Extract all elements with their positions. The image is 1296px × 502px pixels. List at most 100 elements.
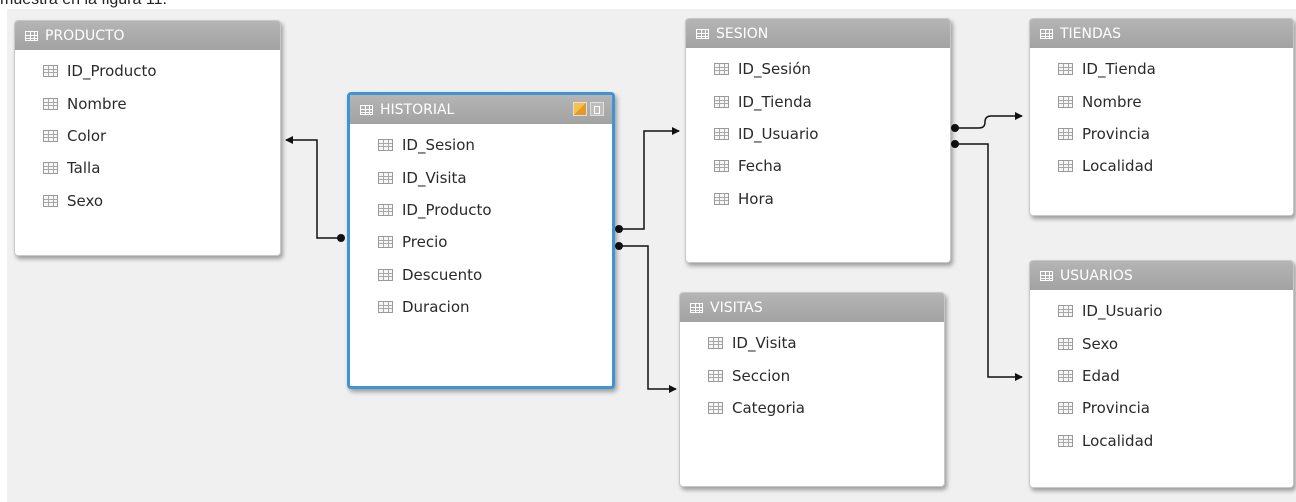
table-icon <box>360 104 373 115</box>
table-header-producto[interactable]: PRODUCTO <box>15 21 280 50</box>
field-row[interactable]: Seccion <box>680 359 944 391</box>
column-icon <box>1058 305 1073 318</box>
field-row[interactable]: ID_Sesion <box>350 129 612 161</box>
field-row[interactable]: Color <box>15 120 280 152</box>
field-row[interactable]: ID_Visita <box>680 327 944 359</box>
table-header-sesion[interactable]: SESION <box>686 19 950 48</box>
table-title: PRODUCTO <box>45 27 125 44</box>
field-row[interactable]: ID_Usuario <box>1030 295 1293 327</box>
column-icon <box>378 171 393 184</box>
field-name: ID_Sesion <box>402 136 475 155</box>
field-name: Categoria <box>732 398 806 417</box>
field-row[interactable]: ID_Tienda <box>1030 53 1293 85</box>
table-title: HISTORIAL <box>380 101 455 118</box>
column-icon <box>1058 95 1073 108</box>
table-header-usuarios[interactable]: USUARIOS <box>1030 261 1293 290</box>
field-name: ID_Usuario <box>1082 302 1163 321</box>
field-name: Sexo <box>67 191 104 210</box>
field-row[interactable]: ID_Usuario <box>686 118 950 150</box>
field-row[interactable]: Fecha <box>686 150 950 182</box>
field-name: Provincia <box>1082 399 1150 418</box>
field-name: ID_Tienda <box>738 92 812 111</box>
field-name: Duracion <box>402 298 470 317</box>
maximize-icon[interactable] <box>590 102 604 116</box>
field-row[interactable]: Provincia <box>1030 118 1293 150</box>
table-icon <box>696 28 709 39</box>
relationship-sesion-tiendas[interactable] <box>951 112 1023 132</box>
table-historial[interactable]: HISTORIAL ID_Sesion ID_Visita ID_Product… <box>347 92 615 389</box>
table-icon <box>690 302 703 313</box>
field-row[interactable]: Hora <box>686 183 950 215</box>
table-icon <box>1040 28 1053 39</box>
column-icon <box>708 337 723 350</box>
column-icon <box>1058 434 1073 447</box>
column-icon <box>378 139 393 152</box>
field-row[interactable]: Nombre <box>15 87 280 119</box>
column-icon <box>714 127 729 140</box>
column-icon <box>708 369 723 382</box>
table-tiendas[interactable]: TIENDAS ID_Tienda Nombre Provincia Local… <box>1029 18 1294 216</box>
field-row[interactable]: ID_Sesión <box>686 53 950 85</box>
field-name: ID_Visita <box>402 168 467 187</box>
column-icon <box>1058 160 1073 173</box>
table-title: SESION <box>716 25 769 42</box>
field-name: Nombre <box>1082 92 1142 111</box>
table-producto[interactable]: PRODUCTO ID_Producto Nombre Color Talla … <box>14 20 281 256</box>
field-row[interactable]: ID_Producto <box>15 55 280 87</box>
column-icon <box>714 192 729 205</box>
field-row[interactable]: Edad <box>1030 360 1293 392</box>
field-name: Nombre <box>67 94 127 113</box>
field-row[interactable]: Localidad <box>1030 150 1293 182</box>
column-icon <box>43 162 58 175</box>
column-icon <box>378 203 393 216</box>
column-icon <box>378 236 393 249</box>
field-name: Color <box>67 126 107 145</box>
column-icon <box>708 401 723 414</box>
column-icon <box>43 65 58 78</box>
field-row[interactable]: ID_Visita <box>350 161 612 193</box>
relationship-historial-sesion[interactable] <box>615 127 680 233</box>
column-icon <box>378 301 393 314</box>
field-name: Localidad <box>1082 157 1154 176</box>
table-header-historial[interactable]: HISTORIAL <box>350 95 612 124</box>
field-row[interactable]: Talla <box>15 152 280 184</box>
column-icon <box>43 129 58 142</box>
column-icon <box>378 268 393 281</box>
column-icon <box>43 194 58 207</box>
table-title: USUARIOS <box>1060 267 1133 284</box>
table-icon <box>25 30 38 41</box>
field-name: ID_Sesión <box>738 60 811 79</box>
field-name: Sexo <box>1082 334 1119 353</box>
filter-icon[interactable] <box>573 102 587 116</box>
field-row[interactable]: ID_Producto <box>350 194 612 226</box>
table-sesion[interactable]: SESION ID_Sesión ID_Tienda ID_Usuario Fe… <box>685 18 951 263</box>
field-name: Provincia <box>1082 124 1150 143</box>
field-row[interactable]: Duracion <box>350 291 612 323</box>
field-row[interactable]: Sexo <box>1030 327 1293 359</box>
field-row[interactable]: Nombre <box>1030 85 1293 117</box>
relationship-historial-visitas[interactable] <box>615 242 677 393</box>
table-header-tiendas[interactable]: TIENDAS <box>1030 19 1293 48</box>
relationship-historial-producto[interactable] <box>285 136 345 242</box>
table-visitas[interactable]: VISITAS ID_Visita Seccion Categoria <box>679 292 945 487</box>
table-header-visitas[interactable]: VISITAS <box>680 293 944 322</box>
field-row[interactable]: ID_Tienda <box>686 85 950 117</box>
field-name: Descuento <box>402 265 483 284</box>
field-name: Fecha <box>738 157 782 176</box>
column-icon <box>43 97 58 110</box>
field-row[interactable]: Provincia <box>1030 392 1293 424</box>
field-name: Hora <box>738 189 774 208</box>
field-row[interactable]: Descuento <box>350 259 612 291</box>
column-icon <box>1058 337 1073 350</box>
field-row[interactable]: Localidad <box>1030 425 1293 457</box>
field-row[interactable]: Sexo <box>15 185 280 217</box>
field-row[interactable]: Categoria <box>680 392 944 424</box>
field-name: Seccion <box>732 366 791 385</box>
table-usuarios[interactable]: USUARIOS ID_Usuario Sexo Edad Provincia … <box>1029 260 1294 488</box>
column-icon <box>1058 127 1073 140</box>
relationship-sesion-usuarios[interactable] <box>951 140 1023 381</box>
field-name: Talla <box>67 159 101 178</box>
field-row[interactable]: Precio <box>350 226 612 258</box>
field-name: ID_Usuario <box>738 124 819 143</box>
column-icon <box>714 63 729 76</box>
